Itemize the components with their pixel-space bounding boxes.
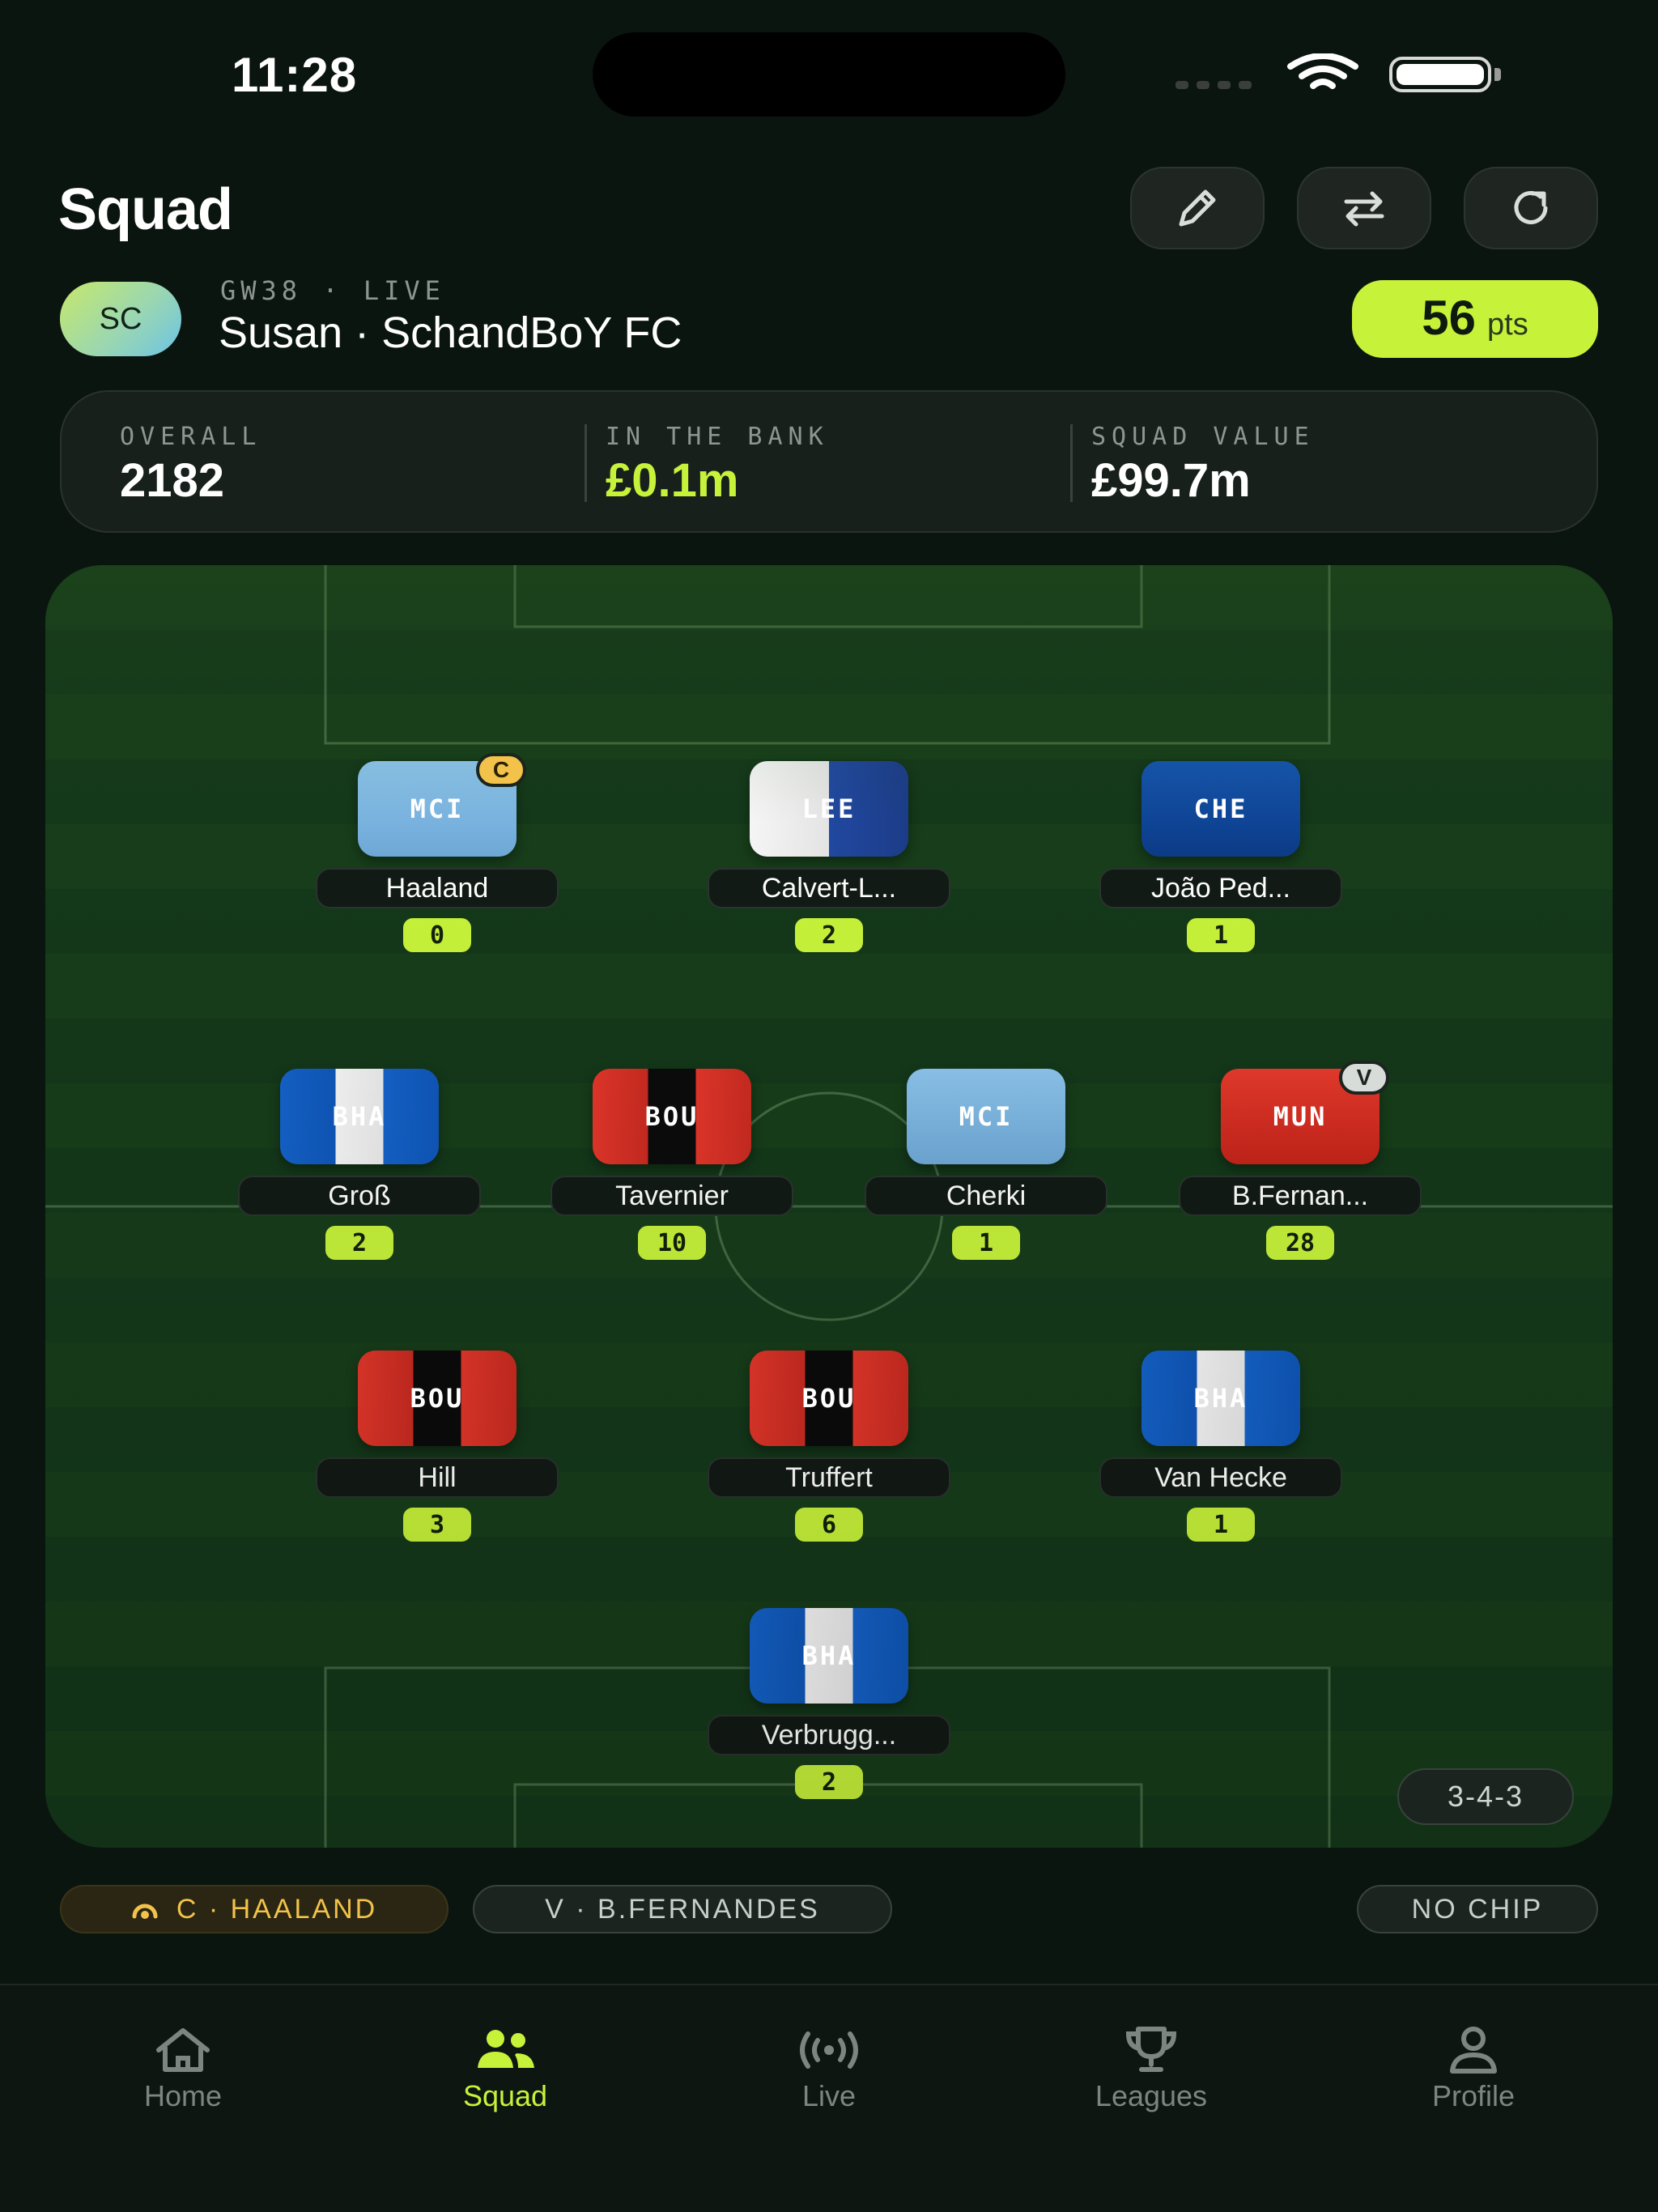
tab-bar: Home Squad Live Leagues Profile: [0, 1984, 1658, 2212]
player-name: Tavernier: [551, 1176, 793, 1216]
stat-value: £99.7m: [1091, 454, 1251, 507]
player-card-truffert[interactable]: BOU Truffert 6: [708, 1351, 950, 1553]
edit-button[interactable]: [1130, 167, 1265, 249]
broadcast-icon: [800, 2031, 858, 2069]
player-card-haaland[interactable]: MCI C Haaland 0: [316, 753, 559, 963]
refresh-button[interactable]: [1464, 167, 1598, 249]
tab-home[interactable]: Home: [62, 2026, 304, 2113]
player-card-van-hecke[interactable]: BHA Van Hecke 1: [1099, 1351, 1342, 1553]
player-points: 3: [403, 1508, 471, 1542]
shirt-icon: BOU: [593, 1069, 751, 1164]
player-points: 10: [638, 1226, 706, 1260]
formation-badge[interactable]: 3-4-3: [1397, 1768, 1574, 1825]
player-name: Hill: [316, 1457, 559, 1498]
player-name: Verbrugg...: [708, 1715, 950, 1755]
tab-leagues[interactable]: Leagues: [1030, 2026, 1273, 2113]
vice-captain-badge: V: [1339, 1061, 1389, 1095]
player-card-tavernier[interactable]: BOU Tavernier 10: [551, 1069, 793, 1271]
stat-label: SQUAD VALUE: [1091, 423, 1315, 451]
player-card-calvert-lewin[interactable]: LEE Calvert-L... 2: [708, 761, 950, 963]
player-name: Groß: [238, 1176, 481, 1216]
player-points: 0: [403, 918, 471, 952]
tab-live[interactable]: Live: [708, 2026, 950, 2113]
player-card-verbruggen[interactable]: BHA Verbrugg... 2: [708, 1608, 950, 1810]
divider: [1070, 424, 1073, 502]
captain-chip[interactable]: C · HAALAND: [60, 1885, 449, 1933]
battery-icon: [1389, 57, 1491, 92]
divider: [585, 424, 587, 502]
player-name: Cherki: [865, 1176, 1107, 1216]
tab-squad[interactable]: Squad: [384, 2026, 627, 2113]
shirt-icon: MCI: [907, 1069, 1065, 1164]
status-time: 11:28: [232, 48, 358, 102]
player-points: 28: [1266, 1226, 1334, 1260]
gameweek-status: GW38 · LIVE: [220, 275, 445, 306]
tab-label: Leagues: [1095, 2079, 1208, 2112]
player-points: 1: [952, 1226, 1020, 1260]
player-card-joao-pedro[interactable]: CHE João Ped... 1: [1099, 761, 1342, 963]
wifi-icon: [1287, 53, 1358, 89]
player-card-cherki[interactable]: MCI Cherki 1: [865, 1069, 1107, 1271]
swap-arrows-icon: [1344, 191, 1384, 227]
shirt-icon: CHE: [1141, 761, 1300, 857]
points-badge: 56 pts: [1352, 280, 1598, 358]
shirt-icon: BOU: [750, 1351, 908, 1446]
cellular-signal-icon: [1175, 81, 1252, 89]
player-name: Calvert-L...: [708, 868, 950, 908]
player-points: 1: [1187, 1508, 1255, 1542]
refresh-icon: [1514, 190, 1548, 224]
chip-status[interactable]: NO CHIP: [1357, 1885, 1598, 1933]
captain-badge: C: [476, 753, 526, 787]
shirt-icon: LEE: [750, 761, 908, 857]
vice-captain-chip[interactable]: V · B.FERNANDES: [473, 1885, 892, 1933]
player-card-gross[interactable]: BHA Groß 2: [238, 1069, 481, 1271]
pencil-icon: [1179, 189, 1216, 227]
stat-value: 2182: [120, 454, 225, 507]
player-points: 2: [795, 918, 863, 952]
tab-label: Profile: [1431, 2079, 1516, 2112]
transfers-button[interactable]: [1297, 167, 1431, 249]
dynamic-island: [593, 32, 1065, 117]
points-unit: pts: [1487, 308, 1528, 342]
player-name: B.Fernan...: [1179, 1176, 1422, 1216]
pitch: MCI C Haaland 0 LEE Calvert-L... 2 CHE J…: [45, 565, 1613, 1848]
player-name: Haaland: [316, 868, 559, 908]
person-icon: [1450, 2027, 1497, 2074]
player-points: 2: [795, 1765, 863, 1799]
player-card-hill[interactable]: BOU Hill 3: [316, 1351, 559, 1553]
page-title: Squad: [58, 177, 233, 242]
player-name: Truffert: [708, 1457, 950, 1498]
tab-profile[interactable]: Profile: [1352, 2026, 1595, 2113]
home-icon: [156, 2028, 210, 2072]
stat-label: IN THE BANK: [606, 423, 829, 451]
stats-card: OVERALL 2182 IN THE BANK £0.1m SQUAD VAL…: [60, 390, 1598, 533]
tab-label: Squad: [462, 2079, 548, 2112]
captain-armband-icon: [132, 1904, 158, 1919]
player-name: João Ped...: [1099, 868, 1342, 908]
points-value: 56: [1422, 291, 1477, 345]
avatar[interactable]: SC: [60, 282, 181, 356]
stat-label: OVERALL: [120, 423, 262, 451]
player-name: Van Hecke: [1099, 1457, 1342, 1498]
shirt-icon: BHA: [280, 1069, 439, 1164]
people-icon: [478, 2030, 534, 2068]
tab-label: Home: [143, 2079, 223, 2112]
player-points: 6: [795, 1508, 863, 1542]
shirt-icon: BHA: [750, 1608, 908, 1704]
squad-screen: 11:28 Squad SC GW38 · LIVE Susan · Schan…: [0, 0, 1658, 2212]
player-points: 1: [1187, 918, 1255, 952]
team-name: Susan · SchandBoY FC: [219, 308, 682, 357]
shirt-icon: BOU: [358, 1351, 517, 1446]
player-card-b-fernandes[interactable]: MUN V B.Fernan... 28: [1179, 1061, 1422, 1271]
shirt-icon: BHA: [1141, 1351, 1300, 1446]
tab-label: Live: [801, 2079, 857, 2112]
captain-chip-label: C · HAALAND: [176, 1893, 378, 1925]
player-points: 2: [325, 1226, 393, 1260]
trophy-icon: [1125, 2027, 1177, 2072]
stat-value: £0.1m: [606, 454, 739, 507]
